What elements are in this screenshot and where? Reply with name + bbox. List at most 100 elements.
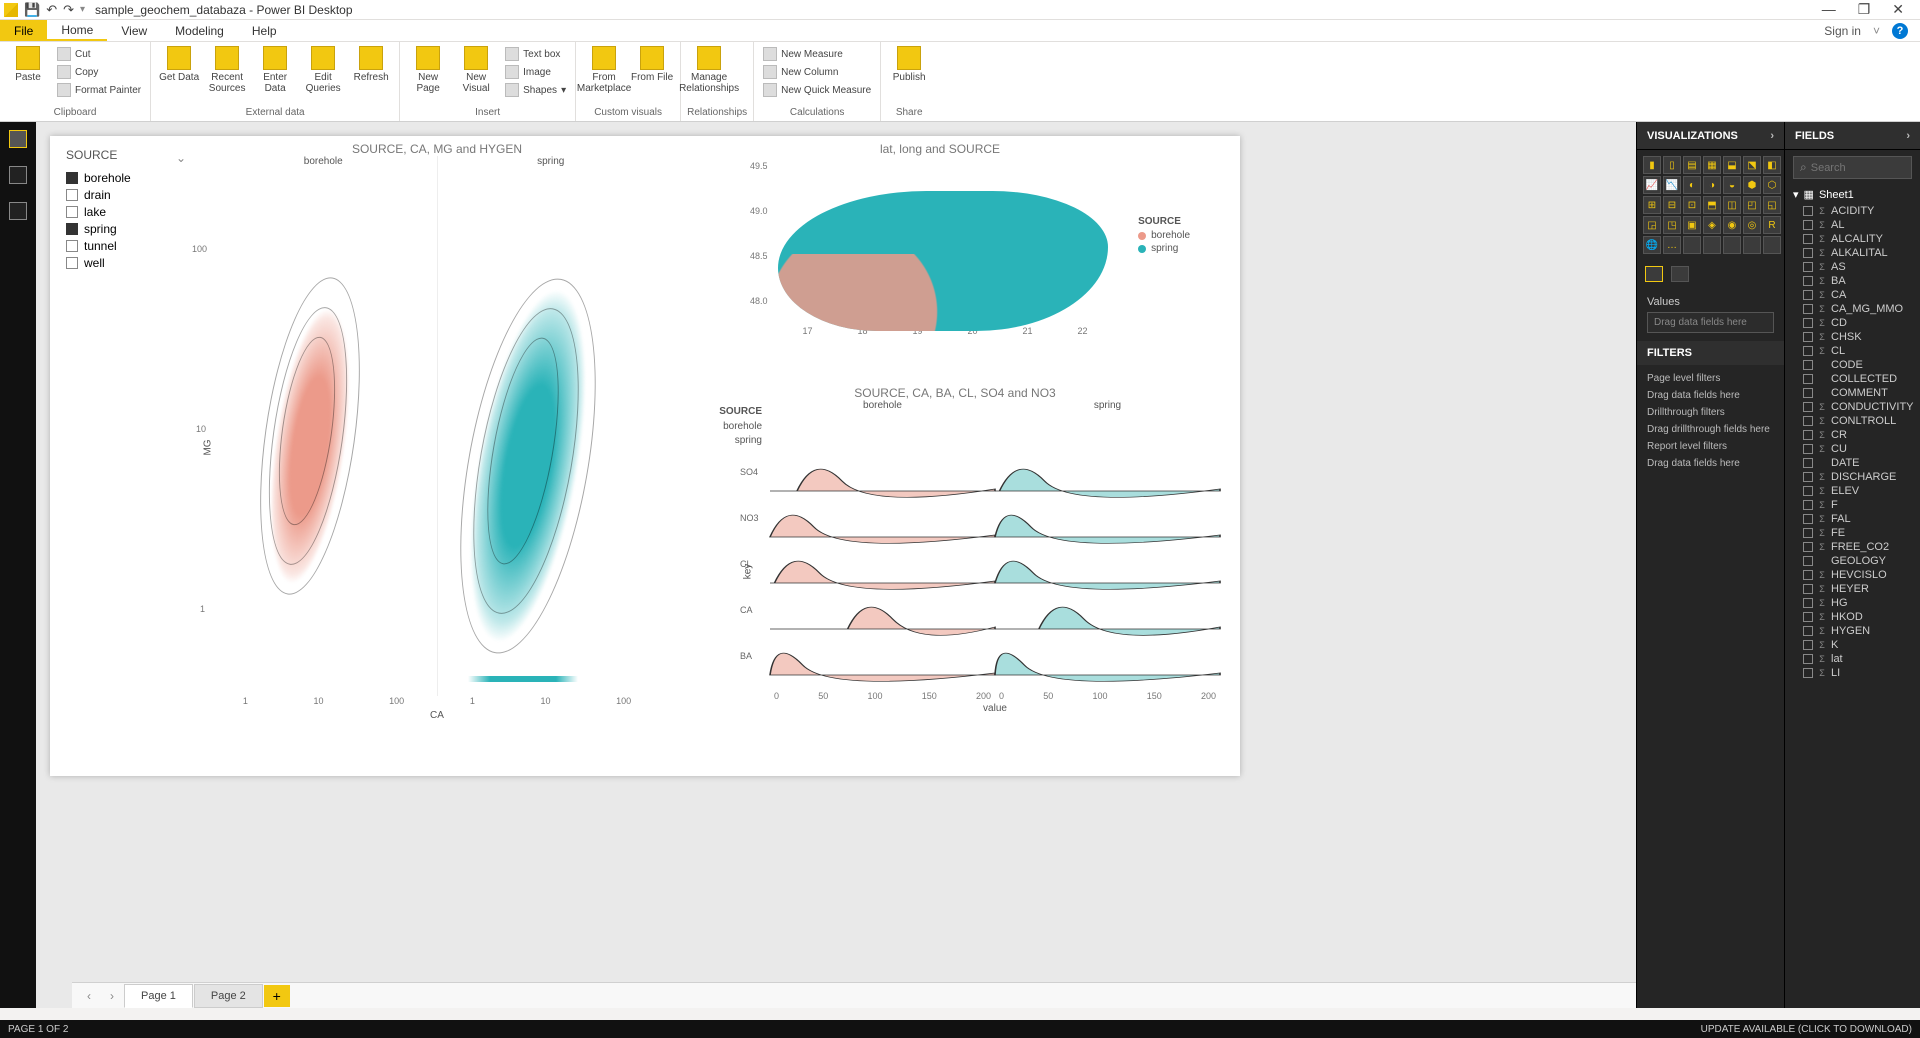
field-CD[interactable]: ΣCD: [1791, 316, 1914, 330]
menu-modeling[interactable]: Modeling: [161, 20, 238, 41]
visual-type-7[interactable]: 📈: [1643, 176, 1661, 194]
visual-type-19[interactable]: ◰: [1743, 196, 1761, 214]
new-quick-measure-button[interactable]: New Quick Measure: [760, 82, 874, 98]
visual-type-32[interactable]: [1723, 236, 1741, 254]
visual-type-18[interactable]: ◫: [1723, 196, 1741, 214]
field-HKOD[interactable]: ΣHKOD: [1791, 610, 1914, 624]
menu-view[interactable]: View: [107, 20, 161, 41]
values-fieldwell[interactable]: Drag data fields here: [1647, 312, 1774, 333]
help-icon[interactable]: ?: [1892, 23, 1908, 39]
visual-type-3[interactable]: ▦: [1703, 156, 1721, 174]
from-marketplace-button[interactable]: From Marketplace: [582, 44, 626, 94]
visual-type-24[interactable]: ◈: [1703, 216, 1721, 234]
slicer-item-drain[interactable]: drain: [66, 188, 186, 202]
minimize-button[interactable]: —: [1822, 1, 1836, 18]
menu-help[interactable]: Help: [238, 20, 291, 41]
close-button[interactable]: ✕: [1892, 1, 1904, 18]
field-DATE[interactable]: DATE: [1791, 456, 1914, 470]
visual-type-13[interactable]: ⬡: [1763, 176, 1781, 194]
field-CR[interactable]: ΣCR: [1791, 428, 1914, 442]
field-FAL[interactable]: ΣFAL: [1791, 512, 1914, 526]
report-canvas[interactable]: SOURCE ⌄ boreholedrainlakespringtunnelwe…: [36, 122, 1636, 1008]
visual-type-21[interactable]: ◲: [1643, 216, 1661, 234]
field-AL[interactable]: ΣAL: [1791, 218, 1914, 232]
field-CA[interactable]: ΣCA: [1791, 288, 1914, 302]
field-CONDUCTIVITY[interactable]: ΣCONDUCTIVITY: [1791, 400, 1914, 414]
new-column-button[interactable]: New Column: [760, 64, 874, 80]
edit-queries-button[interactable]: Edit Queries: [301, 44, 345, 94]
qat-customize-icon[interactable]: ▾: [80, 4, 85, 15]
format-painter-button[interactable]: Format Painter: [54, 82, 144, 98]
visual-type-9[interactable]: ◐: [1683, 176, 1701, 194]
drillthrough-filters-drop[interactable]: Drag drillthrough fields here: [1647, 424, 1774, 435]
fields-search-input[interactable]: [1811, 162, 1905, 174]
field-HG[interactable]: ΣHG: [1791, 596, 1914, 610]
field-AS[interactable]: ΣAS: [1791, 260, 1914, 274]
maximize-button[interactable]: ❐: [1858, 1, 1871, 18]
field-ACIDITY[interactable]: ΣACIDITY: [1791, 204, 1914, 218]
add-page-button[interactable]: +: [264, 985, 290, 1007]
visual-type-29[interactable]: …: [1663, 236, 1681, 254]
recent-sources-button[interactable]: Recent Sources: [205, 44, 249, 94]
next-page-button[interactable]: ›: [101, 989, 123, 1003]
get-data-button[interactable]: Get Data: [157, 44, 201, 83]
cut-button[interactable]: Cut: [54, 46, 144, 62]
slicer-item-lake[interactable]: lake: [66, 205, 186, 219]
visual-type-17[interactable]: ⬒: [1703, 196, 1721, 214]
fields-search[interactable]: ⌕: [1793, 156, 1912, 179]
expand-icon[interactable]: ▾: [1793, 188, 1799, 201]
visual-type-23[interactable]: ▣: [1683, 216, 1701, 234]
slicer-item-tunnel[interactable]: tunnel: [66, 239, 186, 253]
text-box-button[interactable]: Text box: [502, 46, 569, 62]
field-ALKALITAL[interactable]: ΣALKALITAL: [1791, 246, 1914, 260]
visual-type-12[interactable]: ⬢: [1743, 176, 1761, 194]
refresh-button[interactable]: Refresh: [349, 44, 393, 83]
table-node[interactable]: ▾▦Sheet1: [1791, 185, 1914, 204]
from-file-button[interactable]: From File: [630, 44, 674, 83]
update-available-link[interactable]: UPDATE AVAILABLE (CLICK TO DOWNLOAD): [1701, 1024, 1912, 1035]
save-icon[interactable]: 💾: [24, 2, 40, 18]
visual-type-16[interactable]: ⊡: [1683, 196, 1701, 214]
new-page-button[interactable]: New Page: [406, 44, 450, 94]
field-lat[interactable]: Σlat: [1791, 652, 1914, 666]
field-HEVCISLO[interactable]: ΣHEVCISLO: [1791, 568, 1914, 582]
collapse-panel-icon[interactable]: ›: [1906, 130, 1910, 142]
sign-in-link[interactable]: Sign in: [1824, 24, 1861, 38]
visual-type-8[interactable]: 📉: [1663, 176, 1681, 194]
ridge-density-visual[interactable]: SOURCE, CA, BA, CL, SO4 and NO3 SOURCE b…: [690, 386, 1220, 746]
visual-type-30[interactable]: [1683, 236, 1701, 254]
visual-type-14[interactable]: ⊞: [1643, 196, 1661, 214]
image-button[interactable]: Image: [502, 64, 569, 80]
collapse-ribbon-icon[interactable]: ˅: [1873, 24, 1880, 38]
slicer-item-well[interactable]: well: [66, 256, 186, 270]
field-FE[interactable]: ΣFE: [1791, 526, 1914, 540]
field-LI[interactable]: ΣLI: [1791, 666, 1914, 680]
field-CONLTROLL[interactable]: ΣCONLTROLL: [1791, 414, 1914, 428]
field-BA[interactable]: ΣBA: [1791, 274, 1914, 288]
visual-type-22[interactable]: ◳: [1663, 216, 1681, 234]
fields-well-tab[interactable]: [1645, 266, 1663, 282]
field-K[interactable]: ΣK: [1791, 638, 1914, 652]
field-CU[interactable]: ΣCU: [1791, 442, 1914, 456]
field-F[interactable]: ΣF: [1791, 498, 1914, 512]
collapse-panel-icon[interactable]: ›: [1770, 130, 1774, 142]
visual-type-15[interactable]: ⊟: [1663, 196, 1681, 214]
field-GEOLOGY[interactable]: GEOLOGY: [1791, 554, 1914, 568]
visual-type-1[interactable]: ▯: [1663, 156, 1681, 174]
field-COLLECTED[interactable]: COLLECTED: [1791, 372, 1914, 386]
field-HEYER[interactable]: ΣHEYER: [1791, 582, 1914, 596]
model-view-button[interactable]: [9, 202, 27, 220]
visual-type-2[interactable]: ▤: [1683, 156, 1701, 174]
data-view-button[interactable]: [9, 166, 27, 184]
field-DISCHARGE[interactable]: ΣDISCHARGE: [1791, 470, 1914, 484]
publish-button[interactable]: Publish: [887, 44, 931, 83]
field-HYGEN[interactable]: ΣHYGEN: [1791, 624, 1914, 638]
field-ALCALITY[interactable]: ΣALCALITY: [1791, 232, 1914, 246]
report-page[interactable]: SOURCE ⌄ boreholedrainlakespringtunnelwe…: [50, 136, 1240, 776]
new-measure-button[interactable]: New Measure: [760, 46, 874, 62]
field-CODE[interactable]: CODE: [1791, 358, 1914, 372]
visual-type-5[interactable]: ⬔: [1743, 156, 1761, 174]
visual-type-20[interactable]: ◱: [1763, 196, 1781, 214]
field-CA_MG_MMO[interactable]: ΣCA_MG_MMO: [1791, 302, 1914, 316]
slicer-item-spring[interactable]: spring: [66, 222, 186, 236]
